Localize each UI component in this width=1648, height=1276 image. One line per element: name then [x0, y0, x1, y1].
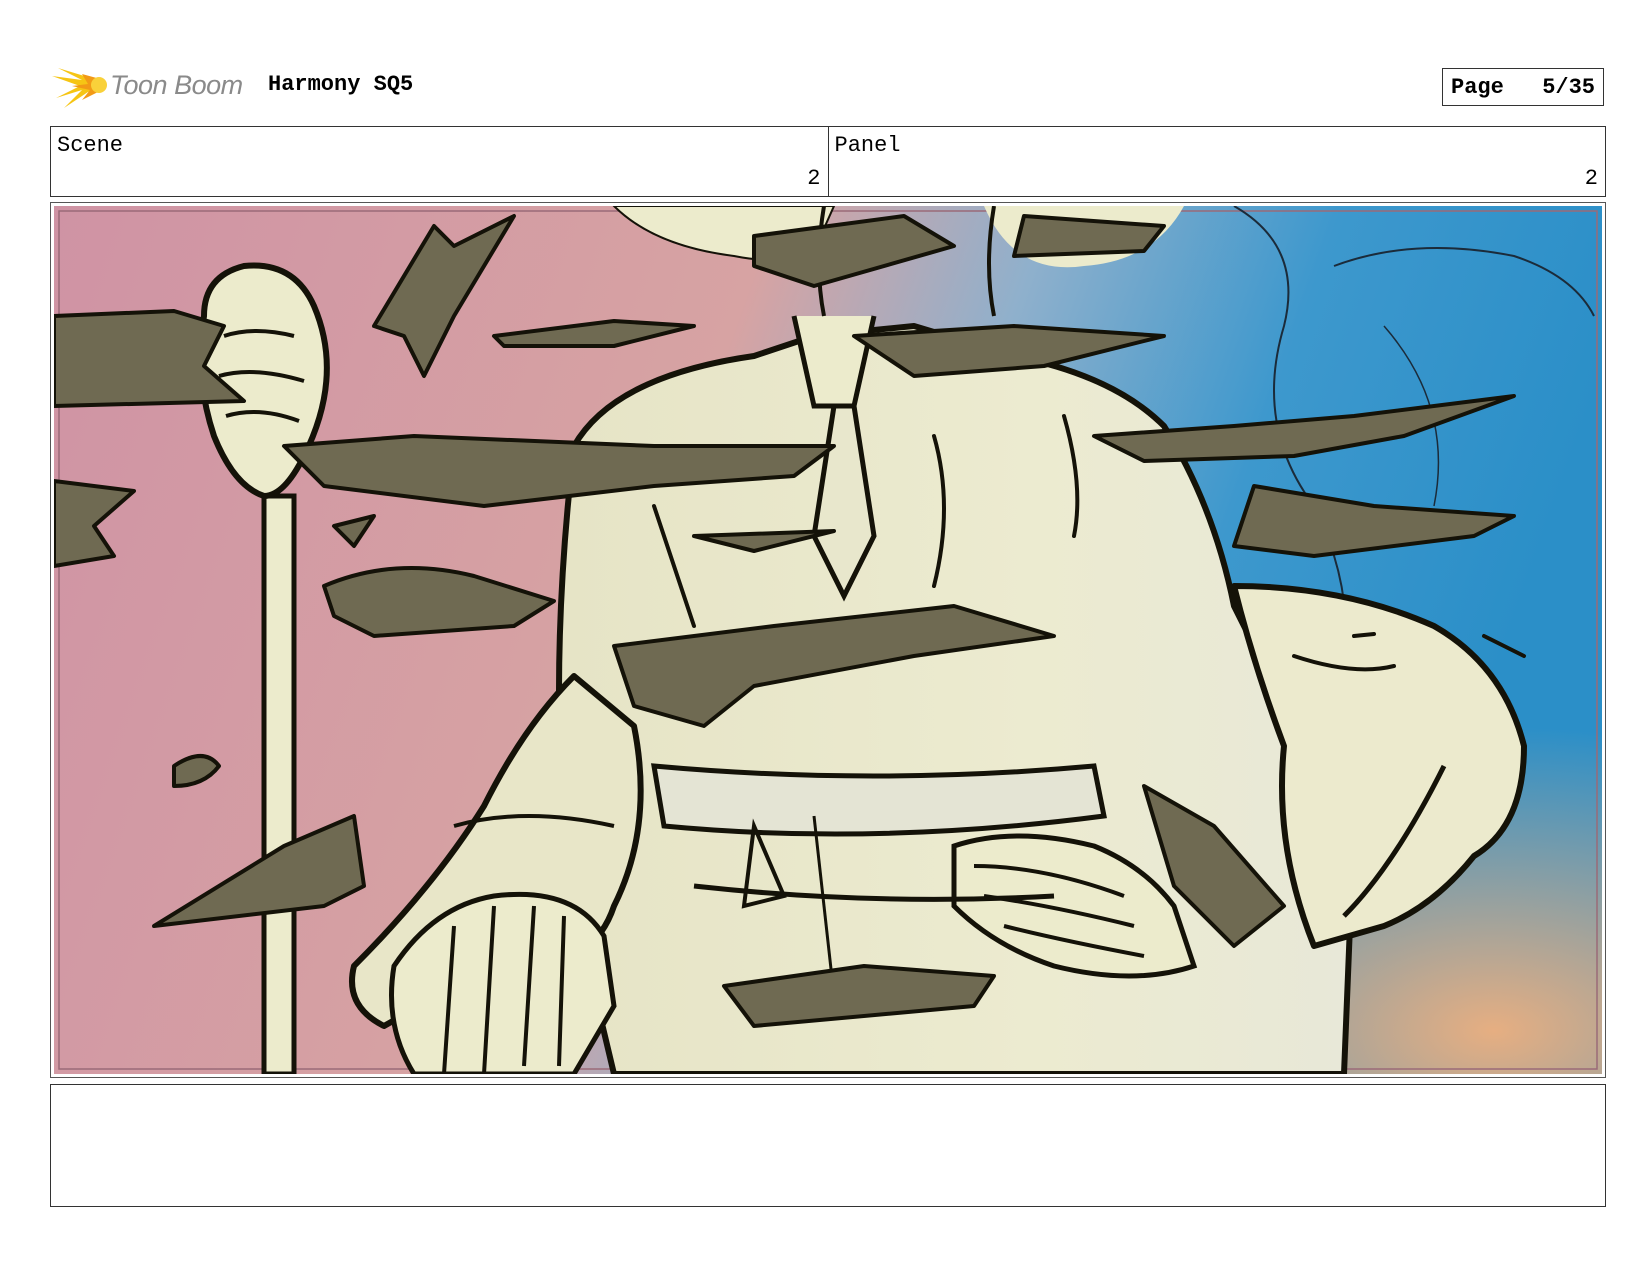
page-number: 5/35 [1542, 74, 1595, 100]
panel-notes-box[interactable] [50, 1084, 1606, 1207]
toon-boom-logo: Toon Boom [52, 58, 252, 114]
panel-value: 2 [1584, 166, 1598, 191]
brand-name: Toon Boom [110, 70, 243, 100]
project-title: Harmony SQ5 [268, 72, 414, 97]
panel-label: Panel [834, 133, 901, 158]
storyboard-panel [50, 202, 1606, 1078]
scene-panel-row: Scene 2 Panel 2 [50, 126, 1606, 197]
scene-value: 2 [807, 166, 821, 191]
page-indicator: Page 5/35 [1442, 68, 1604, 106]
panel-sketch-image [54, 206, 1602, 1074]
scene-cell: Scene 2 [51, 127, 828, 196]
scene-label: Scene [57, 133, 124, 158]
panel-cell: Panel 2 [827, 127, 1606, 196]
comet-logo-icon [52, 68, 107, 108]
page-label: Page [1451, 74, 1504, 100]
